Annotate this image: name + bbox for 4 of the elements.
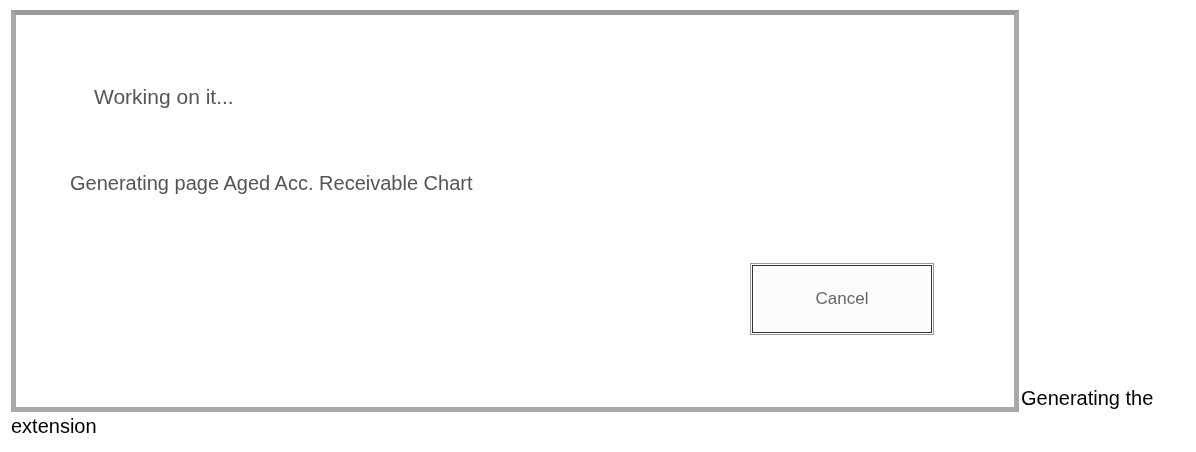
dialog-title: Working on it... bbox=[93, 84, 235, 110]
cancel-button[interactable]: Cancel bbox=[750, 263, 934, 335]
caption: Generating the extension bbox=[11, 387, 1154, 437]
dialog-message: Generating page Aged Acc. Receivable Chart bbox=[70, 171, 474, 196]
